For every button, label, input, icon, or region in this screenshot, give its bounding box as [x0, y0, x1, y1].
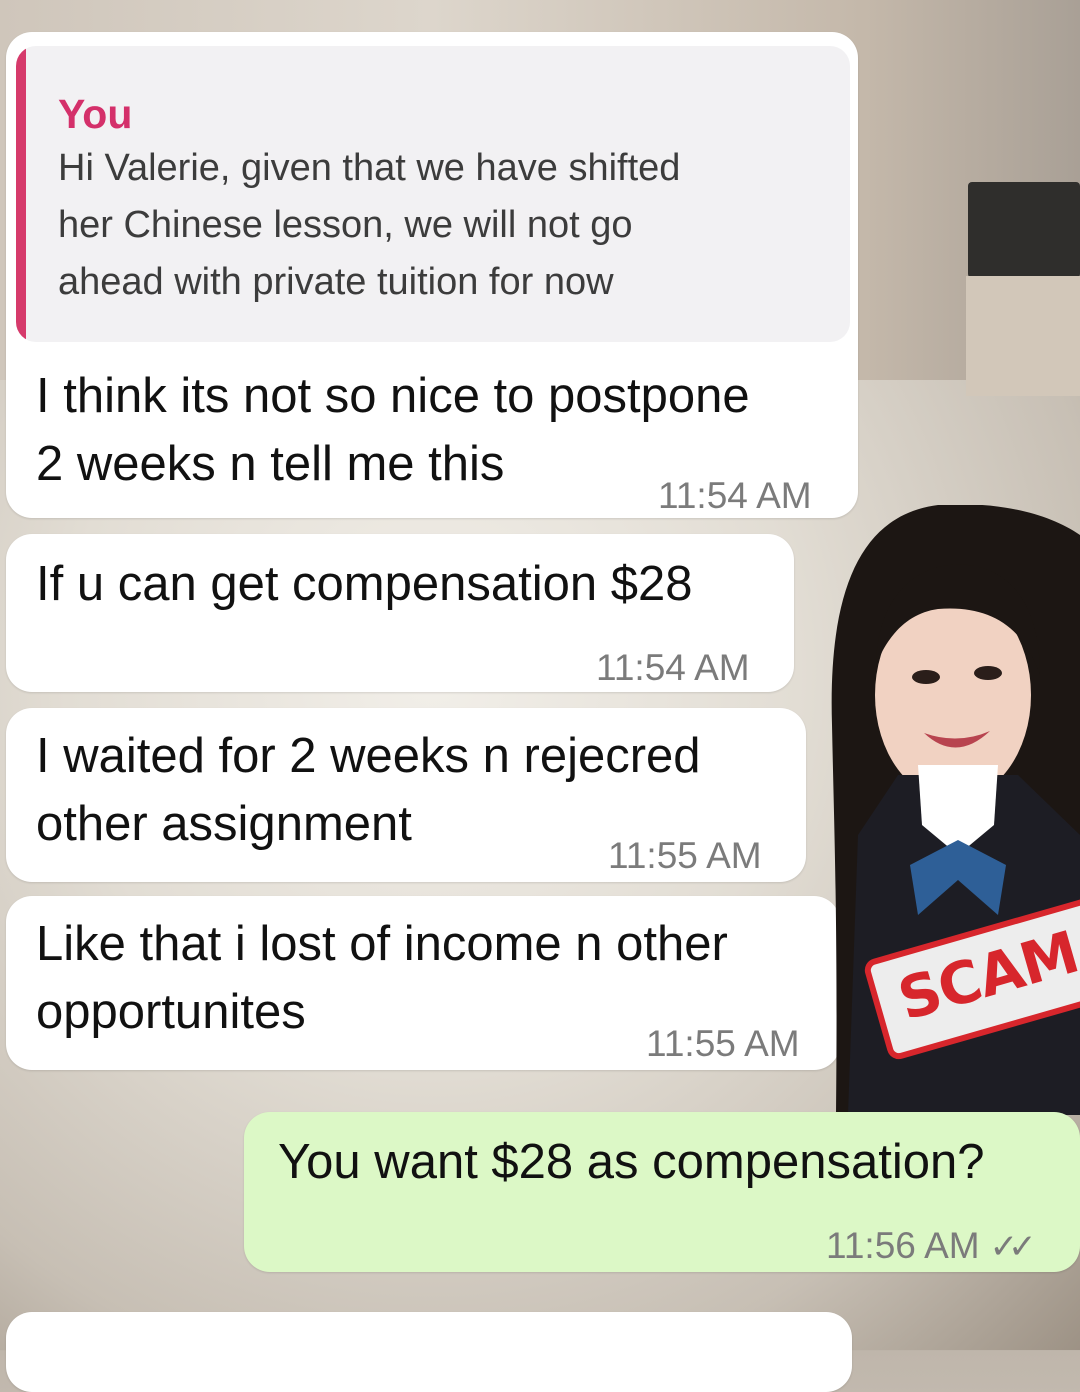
message-bubble-4[interactable]: Like that i lost of income n other oppor… [6, 896, 840, 1070]
message-text: If u can get compensation $28 [36, 557, 693, 611]
message-bubble-1[interactable]: You Hi Valerie, given that we have shift… [6, 32, 858, 518]
message-bubble-3[interactable]: I waited for 2 weeks n rejecred other as… [6, 708, 806, 882]
message-time: 11:56 AM [826, 1225, 980, 1266]
quoted-reply[interactable]: You Hi Valerie, given that we have shift… [16, 46, 850, 342]
message-time-row: 11:56 AM ✓✓ [826, 1212, 1037, 1281]
message-time: 11:54 AM [596, 647, 750, 688]
message-text: I waited for 2 weeks n rejecred other as… [36, 729, 701, 851]
message-text: I think its not so nice to postpone 2 we… [36, 369, 750, 491]
message-bubble-outgoing[interactable]: You want $28 as compensation? 11:56 AM ✓✓ [244, 1112, 1080, 1272]
reply-accent-bar [16, 46, 26, 342]
background-side-table [966, 276, 1080, 396]
reply-author: You [58, 91, 133, 137]
message-bubble-2[interactable]: If u can get compensation $28 11:54 AM [6, 534, 794, 692]
message-text: You want $28 as compensation? [278, 1135, 985, 1189]
message-time: 11:55 AM [608, 835, 762, 876]
double-check-icon: ✓✓ [989, 1228, 1037, 1266]
message-text: Like that i lost of income n other oppor… [36, 917, 728, 1039]
message-time: 11:55 AM [646, 1023, 800, 1064]
message-bubble-partial[interactable] [6, 1312, 852, 1392]
background-safe [968, 182, 1080, 278]
reply-text: Hi Valerie, given that we have shifted h… [58, 147, 681, 303]
message-time: 11:54 AM [658, 475, 812, 516]
